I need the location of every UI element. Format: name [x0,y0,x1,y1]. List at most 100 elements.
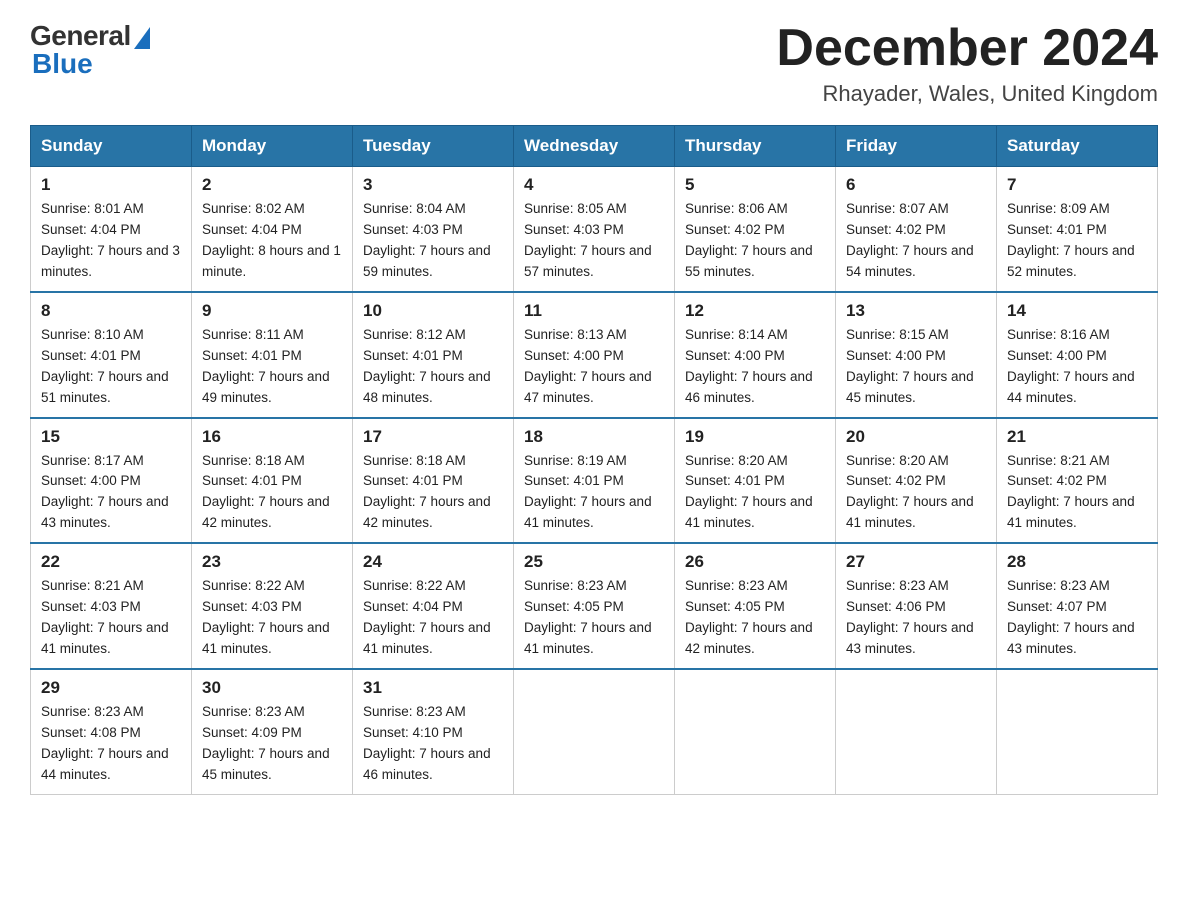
calendar-cell: 19 Sunrise: 8:20 AM Sunset: 4:01 PM Dayl… [675,418,836,544]
day-number: 5 [685,175,825,195]
day-info: Sunrise: 8:21 AM Sunset: 4:03 PM Dayligh… [41,576,181,660]
calendar-cell: 20 Sunrise: 8:20 AM Sunset: 4:02 PM Dayl… [836,418,997,544]
calendar-cell: 2 Sunrise: 8:02 AM Sunset: 4:04 PM Dayli… [192,167,353,292]
location-text: Rhayader, Wales, United Kingdom [776,81,1158,107]
day-number: 26 [685,552,825,572]
calendar-table: SundayMondayTuesdayWednesdayThursdayFrid… [30,125,1158,794]
calendar-cell: 8 Sunrise: 8:10 AM Sunset: 4:01 PM Dayli… [31,292,192,418]
calendar-cell: 18 Sunrise: 8:19 AM Sunset: 4:01 PM Dayl… [514,418,675,544]
day-number: 16 [202,427,342,447]
calendar-cell: 17 Sunrise: 8:18 AM Sunset: 4:01 PM Dayl… [353,418,514,544]
calendar-cell: 1 Sunrise: 8:01 AM Sunset: 4:04 PM Dayli… [31,167,192,292]
calendar-cell [514,669,675,794]
day-info: Sunrise: 8:22 AM Sunset: 4:03 PM Dayligh… [202,576,342,660]
day-info: Sunrise: 8:16 AM Sunset: 4:00 PM Dayligh… [1007,325,1147,409]
day-info: Sunrise: 8:23 AM Sunset: 4:05 PM Dayligh… [524,576,664,660]
weekday-header-row: SundayMondayTuesdayWednesdayThursdayFrid… [31,126,1158,167]
calendar-cell: 15 Sunrise: 8:17 AM Sunset: 4:00 PM Dayl… [31,418,192,544]
day-info: Sunrise: 8:20 AM Sunset: 4:01 PM Dayligh… [685,451,825,535]
logo-arrow-icon [134,27,150,49]
day-number: 28 [1007,552,1147,572]
day-number: 25 [524,552,664,572]
day-info: Sunrise: 8:18 AM Sunset: 4:01 PM Dayligh… [363,451,503,535]
day-number: 18 [524,427,664,447]
day-info: Sunrise: 8:20 AM Sunset: 4:02 PM Dayligh… [846,451,986,535]
calendar-cell [997,669,1158,794]
day-number: 27 [846,552,986,572]
day-number: 11 [524,301,664,321]
calendar-cell: 27 Sunrise: 8:23 AM Sunset: 4:06 PM Dayl… [836,543,997,669]
day-info: Sunrise: 8:09 AM Sunset: 4:01 PM Dayligh… [1007,199,1147,283]
weekday-header-monday: Monday [192,126,353,167]
calendar-cell: 28 Sunrise: 8:23 AM Sunset: 4:07 PM Dayl… [997,543,1158,669]
day-number: 22 [41,552,181,572]
day-info: Sunrise: 8:12 AM Sunset: 4:01 PM Dayligh… [363,325,503,409]
title-section: December 2024 Rhayader, Wales, United Ki… [776,20,1158,107]
day-number: 9 [202,301,342,321]
day-number: 29 [41,678,181,698]
day-number: 24 [363,552,503,572]
day-number: 12 [685,301,825,321]
day-number: 7 [1007,175,1147,195]
day-number: 20 [846,427,986,447]
weekday-header-wednesday: Wednesday [514,126,675,167]
day-info: Sunrise: 8:22 AM Sunset: 4:04 PM Dayligh… [363,576,503,660]
day-info: Sunrise: 8:23 AM Sunset: 4:09 PM Dayligh… [202,702,342,786]
calendar-cell: 4 Sunrise: 8:05 AM Sunset: 4:03 PM Dayli… [514,167,675,292]
calendar-cell: 22 Sunrise: 8:21 AM Sunset: 4:03 PM Dayl… [31,543,192,669]
day-number: 1 [41,175,181,195]
weekday-header-thursday: Thursday [675,126,836,167]
day-number: 2 [202,175,342,195]
calendar-cell [836,669,997,794]
day-number: 15 [41,427,181,447]
calendar-cell: 5 Sunrise: 8:06 AM Sunset: 4:02 PM Dayli… [675,167,836,292]
day-number: 6 [846,175,986,195]
calendar-cell [675,669,836,794]
day-info: Sunrise: 8:14 AM Sunset: 4:00 PM Dayligh… [685,325,825,409]
calendar-week-4: 22 Sunrise: 8:21 AM Sunset: 4:03 PM Dayl… [31,543,1158,669]
day-number: 23 [202,552,342,572]
weekday-header-tuesday: Tuesday [353,126,514,167]
calendar-cell: 10 Sunrise: 8:12 AM Sunset: 4:01 PM Dayl… [353,292,514,418]
day-number: 30 [202,678,342,698]
day-info: Sunrise: 8:23 AM Sunset: 4:07 PM Dayligh… [1007,576,1147,660]
day-info: Sunrise: 8:19 AM Sunset: 4:01 PM Dayligh… [524,451,664,535]
day-number: 19 [685,427,825,447]
calendar-cell: 14 Sunrise: 8:16 AM Sunset: 4:00 PM Dayl… [997,292,1158,418]
calendar-cell: 21 Sunrise: 8:21 AM Sunset: 4:02 PM Dayl… [997,418,1158,544]
calendar-week-3: 15 Sunrise: 8:17 AM Sunset: 4:00 PM Dayl… [31,418,1158,544]
calendar-cell: 31 Sunrise: 8:23 AM Sunset: 4:10 PM Dayl… [353,669,514,794]
calendar-cell: 9 Sunrise: 8:11 AM Sunset: 4:01 PM Dayli… [192,292,353,418]
day-info: Sunrise: 8:23 AM Sunset: 4:10 PM Dayligh… [363,702,503,786]
day-info: Sunrise: 8:06 AM Sunset: 4:02 PM Dayligh… [685,199,825,283]
day-info: Sunrise: 8:11 AM Sunset: 4:01 PM Dayligh… [202,325,342,409]
day-info: Sunrise: 8:07 AM Sunset: 4:02 PM Dayligh… [846,199,986,283]
weekday-header-sunday: Sunday [31,126,192,167]
day-number: 3 [363,175,503,195]
logo: General Blue [30,20,150,80]
day-number: 4 [524,175,664,195]
calendar-week-1: 1 Sunrise: 8:01 AM Sunset: 4:04 PM Dayli… [31,167,1158,292]
calendar-cell: 6 Sunrise: 8:07 AM Sunset: 4:02 PM Dayli… [836,167,997,292]
calendar-cell: 13 Sunrise: 8:15 AM Sunset: 4:00 PM Dayl… [836,292,997,418]
day-number: 31 [363,678,503,698]
weekday-header-saturday: Saturday [997,126,1158,167]
calendar-cell: 30 Sunrise: 8:23 AM Sunset: 4:09 PM Dayl… [192,669,353,794]
day-number: 17 [363,427,503,447]
day-number: 14 [1007,301,1147,321]
page-header: General Blue December 2024 Rhayader, Wal… [30,20,1158,107]
calendar-cell: 12 Sunrise: 8:14 AM Sunset: 4:00 PM Dayl… [675,292,836,418]
calendar-cell: 16 Sunrise: 8:18 AM Sunset: 4:01 PM Dayl… [192,418,353,544]
day-info: Sunrise: 8:15 AM Sunset: 4:00 PM Dayligh… [846,325,986,409]
day-number: 10 [363,301,503,321]
calendar-cell: 24 Sunrise: 8:22 AM Sunset: 4:04 PM Dayl… [353,543,514,669]
calendar-week-5: 29 Sunrise: 8:23 AM Sunset: 4:08 PM Dayl… [31,669,1158,794]
calendar-cell: 25 Sunrise: 8:23 AM Sunset: 4:05 PM Dayl… [514,543,675,669]
weekday-header-friday: Friday [836,126,997,167]
day-info: Sunrise: 8:02 AM Sunset: 4:04 PM Dayligh… [202,199,342,283]
logo-blue-text: Blue [30,48,93,80]
calendar-cell: 7 Sunrise: 8:09 AM Sunset: 4:01 PM Dayli… [997,167,1158,292]
day-info: Sunrise: 8:23 AM Sunset: 4:06 PM Dayligh… [846,576,986,660]
day-info: Sunrise: 8:13 AM Sunset: 4:00 PM Dayligh… [524,325,664,409]
day-info: Sunrise: 8:23 AM Sunset: 4:05 PM Dayligh… [685,576,825,660]
